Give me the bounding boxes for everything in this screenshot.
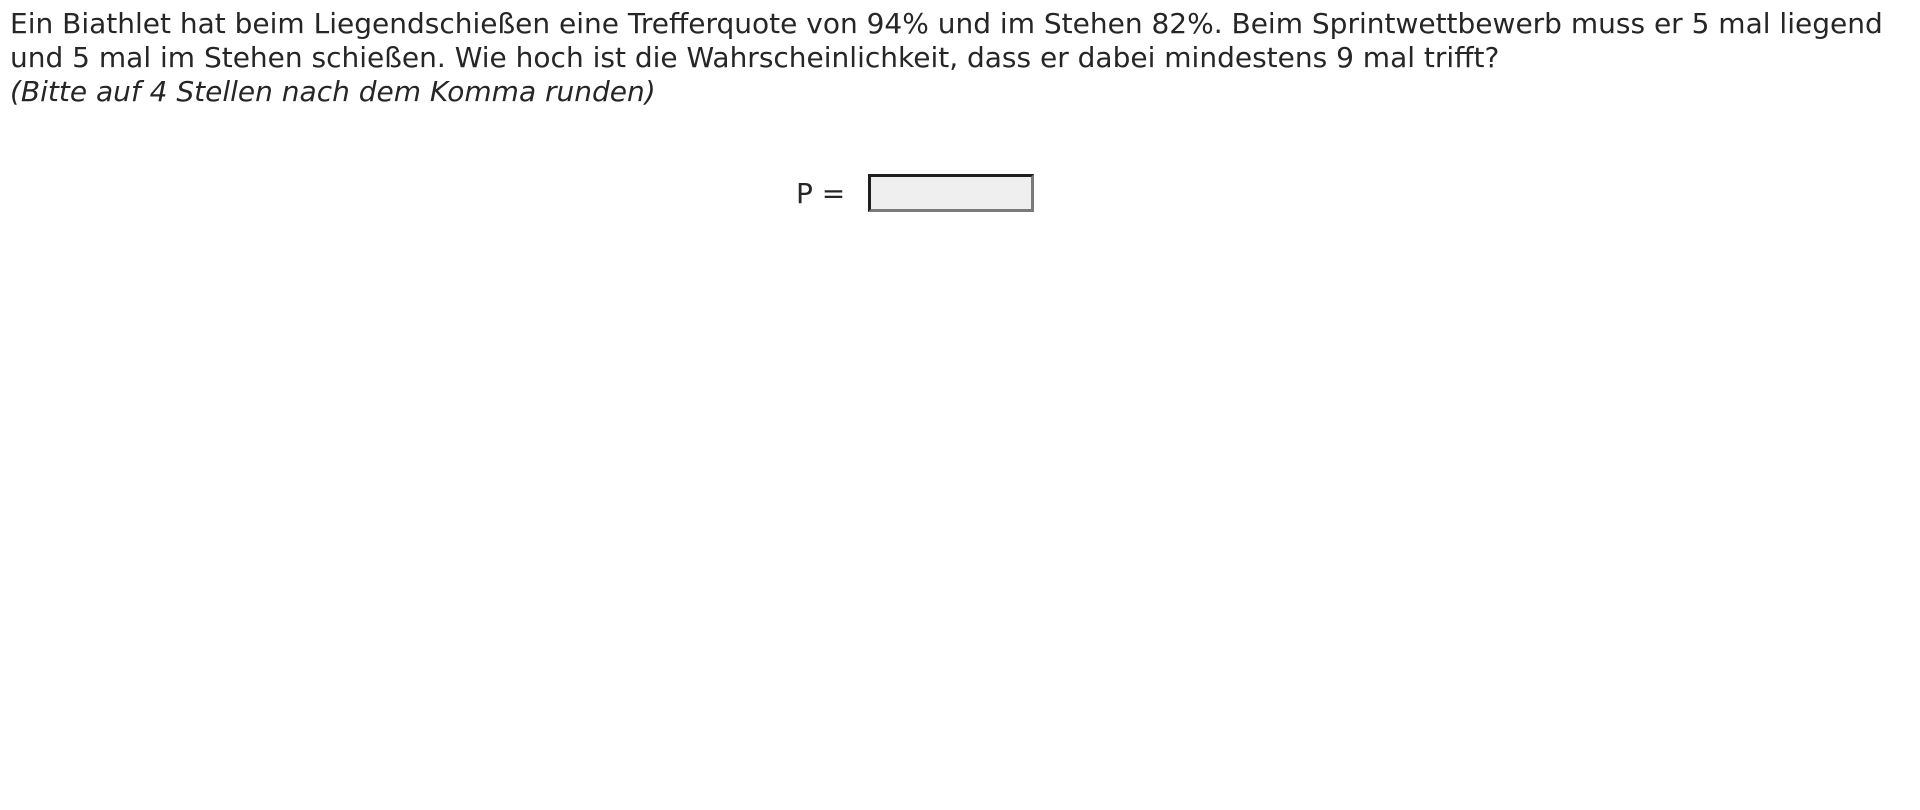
probability-input[interactable] bbox=[868, 174, 1034, 212]
rounding-hint: (Bitte auf 4 Stellen nach dem Komma rund… bbox=[10, 75, 656, 108]
answer-row: P = bbox=[0, 172, 1920, 216]
answer-label: P = bbox=[796, 177, 846, 210]
question-block: Ein Biathlet hat beim Liegendschießen ei… bbox=[10, 7, 1900, 109]
question-text: Ein Biathlet hat beim Liegendschießen ei… bbox=[10, 7, 1883, 74]
